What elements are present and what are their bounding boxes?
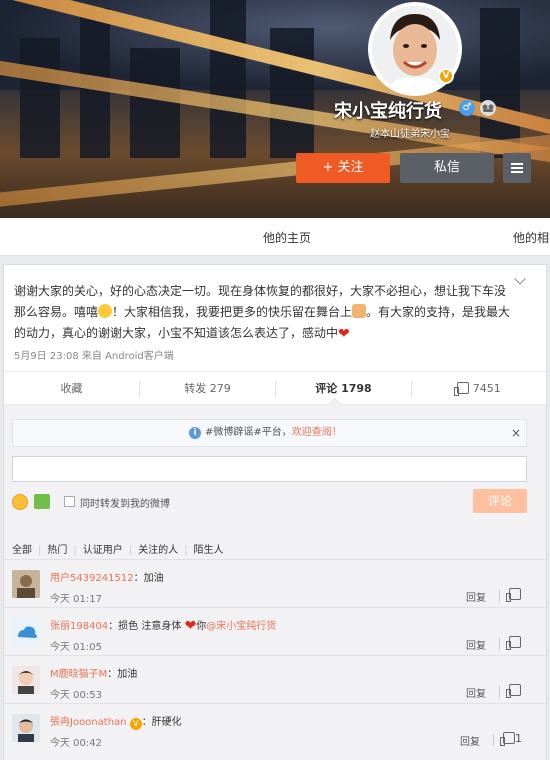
comment-username[interactable]: M鹿晗猫子M: [50, 669, 107, 680]
submit-comment-button[interactable]: 评论: [473, 489, 527, 513]
cover-building: [210, 0, 246, 158]
post-text: 谢谢大家的关心，好的心态决定一切。现在身体恢复的都很好，大家不必担心，想让我下车…: [14, 281, 514, 345]
notice-topic[interactable]: #微博辟谣#平台，: [205, 427, 292, 438]
comment-filters: 全部 | 热门 | 认证用户 | 关注的人 | 陌生人: [12, 545, 224, 556]
divider: [499, 638, 500, 650]
comment-line: M鹿晗猫子M：加油: [50, 665, 137, 680]
thumbs-up-icon: [506, 636, 521, 650]
comment-section: i #微博辟谣#平台，欢迎查阅！ × 同时转发到我的微博 评论 全部 | 热门 | 认证…: [4, 405, 546, 760]
comment-like-button[interactable]: [506, 588, 521, 602]
heart-emoji-icon: ❤: [184, 618, 197, 634]
menu-bar-icon: [511, 171, 523, 173]
reply-button[interactable]: 回复: [466, 685, 486, 700]
comment-content: ：加油: [107, 669, 138, 680]
reply-button[interactable]: 回复: [466, 637, 486, 652]
comment-mention[interactable]: @宋小宝纯行货: [206, 621, 276, 632]
info-icon: i: [189, 427, 201, 439]
comment-button[interactable]: 评论 1798: [276, 372, 411, 406]
filter-following[interactable]: 关注的人: [138, 545, 178, 556]
comment-time: 今天 01:05: [50, 642, 102, 653]
notice-text[interactable]: #微博辟谣#平台，欢迎查阅！: [205, 420, 342, 446]
filter-hot[interactable]: 热门: [47, 545, 67, 556]
comment-content-tail: 你: [196, 621, 207, 632]
profile-tabbar: 他的主页 他的相: [0, 218, 550, 256]
more-menu-button[interactable]: [503, 153, 531, 183]
divider: [499, 686, 500, 698]
comment-item: 張冉Jooonathan V ：肝硬化 今天 00:42 回复 1: [4, 703, 546, 751]
divider: [493, 734, 494, 746]
thumbs-up-icon: [454, 382, 470, 396]
thumbs-up-icon: [506, 588, 521, 602]
divider: [499, 590, 500, 602]
male-gender-icon: ♂: [459, 100, 475, 116]
menu-bar-icon: [511, 163, 523, 165]
member-icon[interactable]: [480, 100, 496, 116]
favorite-button[interactable]: 收藏: [4, 372, 139, 406]
like-count: 7451: [472, 382, 501, 395]
post-text-part-2: ！大家相信我，我要把更多的快乐留在舞台上: [112, 305, 353, 319]
comment-content: ：损色 注意身体: [108, 621, 182, 632]
close-icon[interactable]: ×: [511, 420, 521, 446]
profile-name: 宋小宝纯行货: [334, 101, 442, 122]
like-button[interactable]: 7451: [412, 372, 546, 406]
comment-tools: 同时转发到我的微博 评论: [12, 489, 527, 515]
comment-username[interactable]: 用户5439241512: [50, 573, 134, 584]
thumbs-up-icon: [506, 684, 521, 698]
message-button[interactable]: 私信: [400, 153, 494, 183]
comment-time: 今天 01:17: [50, 594, 102, 605]
comment-like-count: 1: [515, 732, 522, 745]
avatar[interactable]: [12, 570, 40, 598]
image-upload-icon[interactable]: [34, 494, 50, 509]
weibo-post-card: 谢谢大家的关心，好的心态决定一切。现在身体恢复的都很好，大家不必担心，想让我下车…: [3, 264, 547, 760]
verified-badge-icon: V: [438, 68, 454, 84]
heart-emoji-icon: ❤: [338, 326, 350, 342]
menu-bar-icon: [511, 167, 523, 169]
comment-like-button[interactable]: [506, 684, 521, 698]
filter-all[interactable]: 全部: [12, 545, 32, 556]
comment-like-button[interactable]: 1: [500, 732, 522, 746]
post-actions: 收藏 转发 279 评论 1798 7451: [4, 371, 546, 413]
chevron-down-icon[interactable]: [514, 275, 526, 287]
cover-building: [130, 48, 180, 158]
verified-badge-icon: V: [129, 718, 142, 730]
filter-verified[interactable]: 认证用户: [83, 545, 123, 556]
reply-button[interactable]: 回复: [460, 733, 480, 748]
follow-button[interactable]: + 关注: [296, 153, 390, 183]
avatar[interactable]: [12, 666, 40, 694]
comment-line: 張冉Jooonathan V ：肝硬化: [50, 713, 182, 730]
comment-item: M鹿晗猫子M：加油 今天 00:53 回复: [4, 655, 546, 703]
comment-content: ：肝硬化: [141, 717, 182, 728]
tab-album[interactable]: 他的相: [513, 229, 549, 246]
comment-item: 用户5439241512：加油 今天 01:17 回复: [4, 559, 546, 607]
comment-time: 今天 00:42: [50, 738, 102, 749]
avatar[interactable]: [12, 618, 40, 646]
cover-building: [270, 28, 314, 158]
comment-input[interactable]: [12, 456, 527, 482]
comment-line: 张丽198404：损色 注意身体 ❤你@宋小宝纯行货: [50, 617, 276, 634]
comment-line: 用户5439241512：加油: [50, 569, 164, 584]
profile-intro: 赵本山徒弟宋小宝: [370, 129, 450, 140]
emoji-picker-icon[interactable]: [12, 494, 28, 510]
comment-username[interactable]: 張冉Jooonathan: [50, 717, 127, 728]
notice-link[interactable]: 欢迎查阅！: [292, 427, 342, 438]
avatar[interactable]: [12, 714, 40, 742]
strong-emoji-icon: [352, 304, 367, 318]
repost-checkbox[interactable]: [64, 496, 75, 507]
thumbs-up-icon: [500, 732, 515, 746]
post-meta[interactable]: 5月9日 23:08 来自 Android客户端: [14, 347, 174, 362]
comment-time: 今天 00:53: [50, 690, 102, 701]
rumor-notice-bar: i #微博辟谣#平台，欢迎查阅！ ×: [12, 419, 527, 447]
repost-checkbox-label[interactable]: 同时转发到我的微博: [80, 495, 170, 510]
cover-building: [20, 38, 60, 158]
comment-content: ：加油: [133, 573, 164, 584]
smile-emoji-icon: [98, 304, 113, 318]
cover-building: [480, 8, 520, 158]
filter-strangers[interactable]: 陌生人: [194, 545, 224, 556]
comment-item: 张丽198404：损色 注意身体 ❤你@宋小宝纯行货 今天 01:05 回复: [4, 607, 546, 655]
repost-button[interactable]: 转发 279: [140, 372, 275, 406]
comment-like-button[interactable]: [506, 636, 521, 650]
comment-username[interactable]: 张丽198404: [50, 621, 108, 632]
reply-button[interactable]: 回复: [466, 589, 486, 604]
tab-homepage[interactable]: 他的主页: [263, 229, 311, 246]
